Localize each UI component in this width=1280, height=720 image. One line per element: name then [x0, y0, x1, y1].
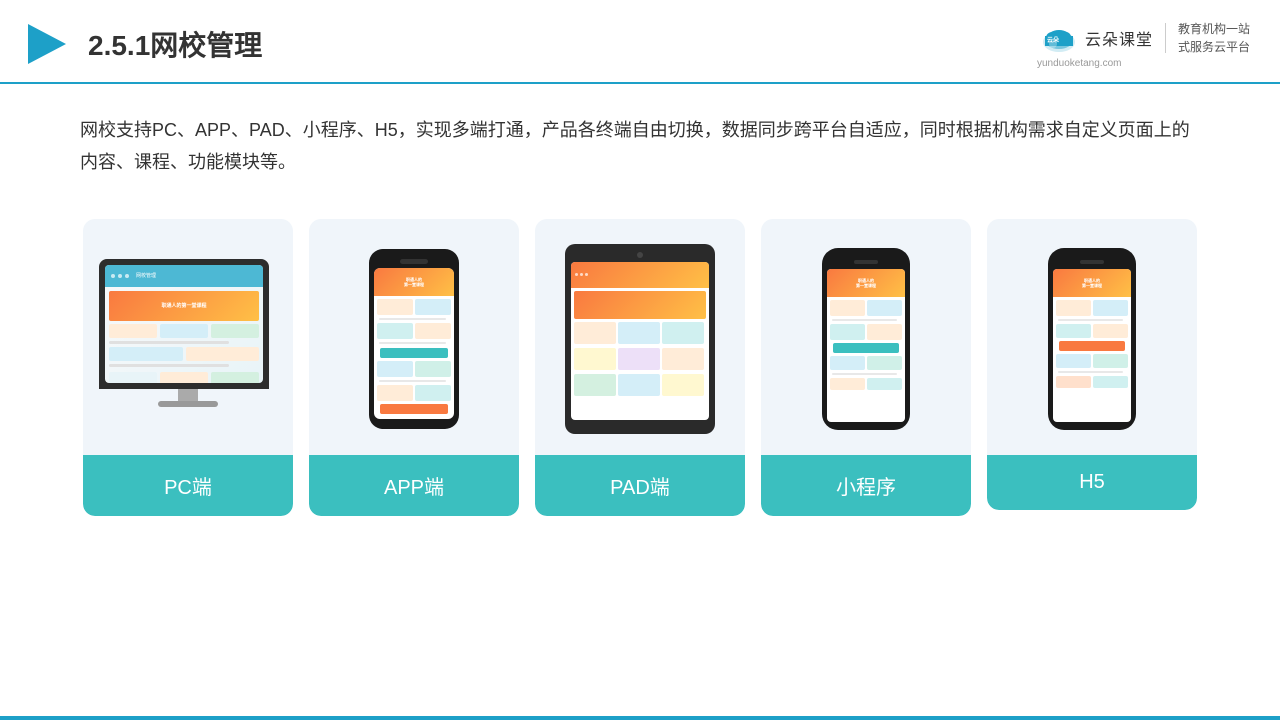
card-h5: 职通人的第一堂课程	[987, 219, 1197, 510]
logo-name: 云朵课堂	[1085, 26, 1153, 50]
header: 2.5.1网校管理 云朵 云朵课堂 教育机构一站 式服务云平台 yunduoke…	[0, 0, 1280, 84]
page-title: 2.5.1网校管理	[88, 24, 262, 64]
bottom-accent-line	[0, 716, 1280, 720]
card-pc-image: 网校管理 职通人的第一堂课程	[99, 239, 277, 439]
phone-app-mockup: 职通人的第一堂课程	[369, 249, 459, 429]
logo-top-row: 云朵 云朵课堂 教育机构一站 式服务云平台	[1037, 20, 1250, 56]
card-h5-image: 职通人的第一堂课程	[1003, 239, 1181, 439]
pc-monitor-mockup: 网校管理 职通人的第一堂课程	[99, 259, 277, 419]
card-app-label: APP端	[309, 455, 519, 516]
card-h5-label: H5	[987, 455, 1197, 510]
card-app-image: 职通人的第一堂课程	[325, 239, 503, 439]
logo-divider	[1165, 23, 1166, 53]
card-pc: 网校管理 职通人的第一堂课程	[83, 219, 293, 516]
main-content: 网校支持PC、APP、PAD、小程序、H5，实现多端打通，产品各终端自由切换，数…	[0, 84, 1280, 536]
play-icon	[20, 18, 72, 70]
card-miniprogram: 职通人的第一堂课程	[761, 219, 971, 516]
description-text: 网校支持PC、APP、PAD、小程序、H5，实现多端打通，产品各终端自由切换，数…	[80, 114, 1200, 179]
phone-mini-mockup: 职通人的第一堂课程	[822, 248, 910, 430]
logo-tagline: 教育机构一站 式服务云平台	[1178, 20, 1250, 56]
logo-url: yunduoketang.com	[1037, 58, 1122, 69]
cloud-icon: 云朵	[1037, 22, 1081, 54]
logo-tagline-line1: 教育机构一站	[1178, 20, 1250, 38]
card-miniprogram-label: 小程序	[761, 455, 971, 516]
card-pad-label: PAD端	[535, 455, 745, 516]
header-left: 2.5.1网校管理	[20, 18, 262, 70]
cards-container: 网校管理 职通人的第一堂课程	[80, 219, 1200, 516]
logo-tagline-line2: 式服务云平台	[1178, 38, 1250, 56]
svg-text:云朵: 云朵	[1047, 36, 1059, 44]
card-pc-label: PC端	[83, 455, 293, 516]
phone-h5-mockup: 职通人的第一堂课程	[1048, 248, 1136, 430]
card-pad: PAD端	[535, 219, 745, 516]
card-miniprogram-image: 职通人的第一堂课程	[777, 239, 955, 439]
tablet-pad-mockup	[565, 244, 715, 434]
card-pad-image	[551, 239, 729, 439]
logo-area: 云朵 云朵课堂 教育机构一站 式服务云平台 yunduoketang.com	[1037, 20, 1250, 69]
card-app: 职通人的第一堂课程	[309, 219, 519, 516]
